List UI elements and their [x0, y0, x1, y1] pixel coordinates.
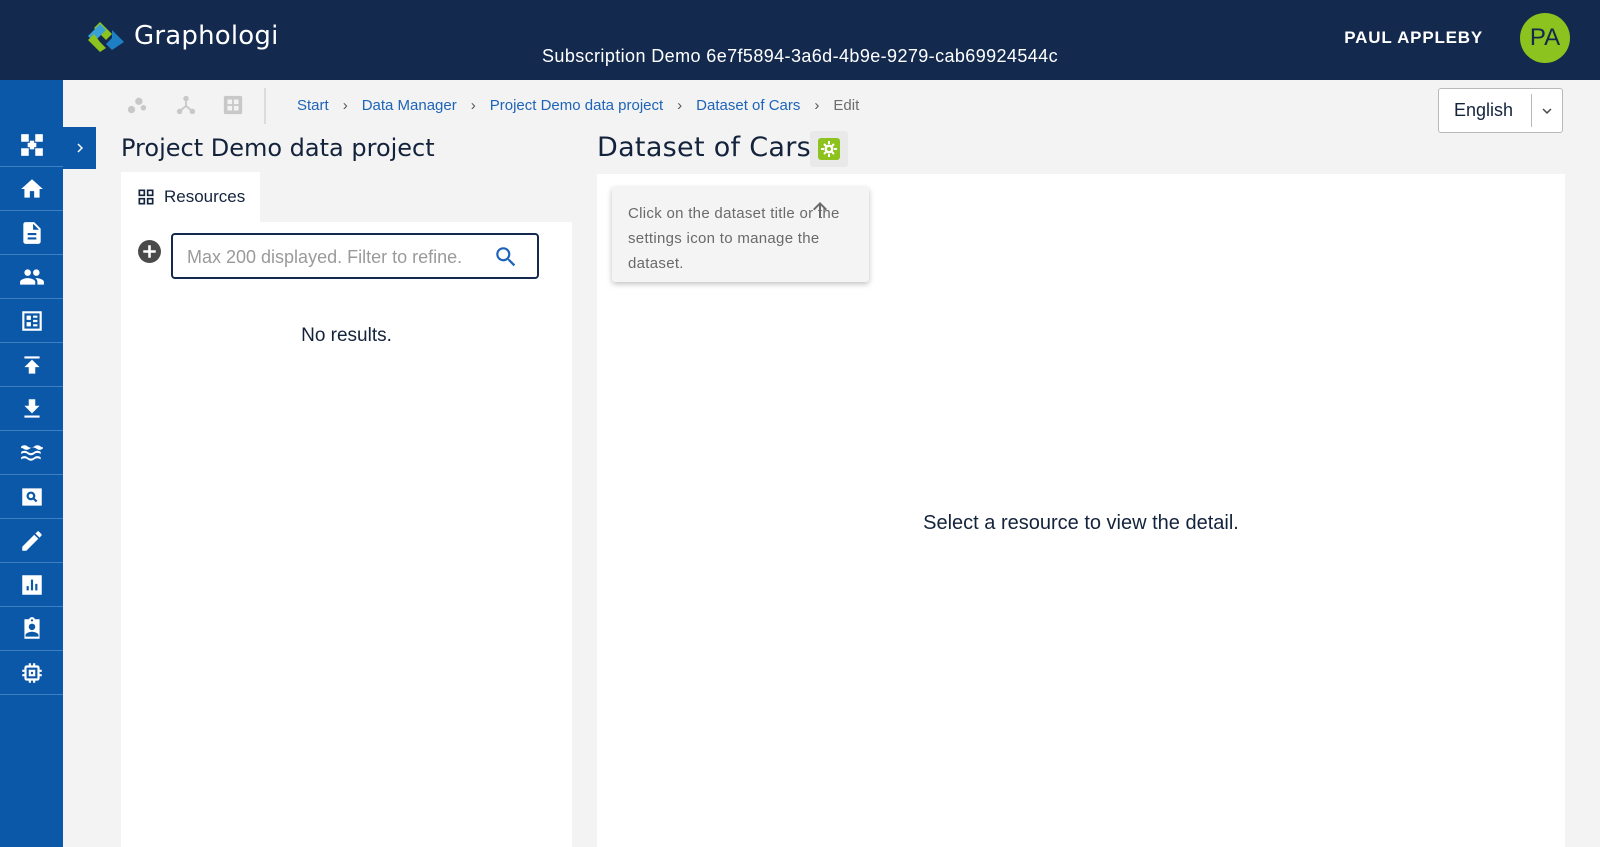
resources-panel	[121, 222, 572, 847]
download-icon	[23, 398, 40, 418]
user-name[interactable]: PAUL APPLEBY	[1344, 28, 1483, 48]
chevron-right-icon: ›	[470, 97, 476, 114]
chip-icon	[21, 662, 42, 683]
language-value: English	[1454, 100, 1514, 120]
breadcrumb-dataset[interactable]: Dataset of Cars	[696, 97, 800, 114]
nav-upload[interactable]	[0, 343, 63, 387]
nav-dashboard[interactable]	[0, 299, 63, 343]
badge-icon	[23, 616, 40, 639]
people-icon	[19, 268, 44, 285]
chevron-right-icon: ›	[814, 97, 820, 114]
chevron-down-icon	[1532, 102, 1562, 120]
grid-icon[interactable]	[222, 94, 244, 116]
detail-placeholder-message: Select a resource to view the detail.	[923, 512, 1239, 534]
resource-search	[171, 233, 539, 279]
breadcrumb: Start › Data Manager › Project Demo data…	[297, 97, 859, 114]
chevron-right-icon	[76, 143, 83, 153]
nav-people[interactable]	[0, 255, 63, 299]
top-bar: Graphologi Subscription Demo 6e7f5894-3a…	[0, 0, 1600, 80]
chart-icon	[21, 574, 42, 595]
toolbar-divider	[264, 88, 266, 124]
nav-download[interactable]	[0, 387, 63, 431]
nav-edit[interactable]	[0, 519, 63, 563]
dashboard-icon	[21, 310, 42, 331]
dataset-title[interactable]: Dataset of Cars	[597, 132, 811, 163]
network-icon[interactable]	[175, 94, 197, 116]
breadcrumb-project[interactable]: Project Demo data project	[490, 97, 663, 114]
scatter-icon[interactable]	[126, 94, 148, 116]
expand-nav-button[interactable]	[63, 127, 96, 169]
empty-results-message: No results.	[301, 325, 392, 346]
upload-icon	[23, 355, 40, 374]
document-icon	[22, 221, 41, 244]
nav-home[interactable]	[0, 167, 63, 211]
resource-search-input[interactable]	[187, 245, 487, 269]
add-resource-icon[interactable]	[137, 239, 162, 264]
waves-icon	[20, 444, 43, 461]
grid-view-icon	[138, 189, 154, 205]
breadcrumb-current: Edit	[833, 97, 860, 114]
pencil-icon	[21, 530, 42, 551]
breadcrumb-data-manager[interactable]: Data Manager	[362, 97, 457, 114]
gear-icon	[818, 138, 840, 160]
chevron-right-icon: ›	[677, 97, 683, 114]
subscription-label: Subscription Demo 6e7f5894-3a6d-4b9e-927…	[542, 46, 1058, 66]
nav-chart[interactable]	[0, 563, 63, 607]
tab-resources-label: Resources	[164, 187, 246, 206]
side-nav	[0, 80, 63, 847]
nav-document[interactable]	[0, 211, 63, 255]
dataset-settings-button[interactable]	[810, 131, 848, 167]
hint-card: Click on the dataset title or the settin…	[612, 187, 869, 282]
arrow-up-icon	[813, 202, 827, 218]
project-title: Project Demo data project	[121, 134, 435, 162]
nav-search[interactable]	[0, 475, 63, 519]
chevron-right-icon: ›	[342, 97, 348, 114]
nav-graph[interactable]	[0, 123, 63, 167]
tab-resources[interactable]: Resources	[121, 172, 260, 222]
language-select[interactable]: English	[1438, 88, 1563, 133]
nav-badge[interactable]	[0, 607, 63, 651]
search-screen-icon	[21, 487, 42, 506]
nav-waves[interactable]	[0, 431, 63, 475]
breadcrumb-start[interactable]: Start	[297, 97, 329, 114]
avatar[interactable]: PA	[1520, 13, 1570, 63]
home-icon	[20, 178, 43, 198]
nav-chip[interactable]	[0, 651, 63, 695]
search-icon[interactable]	[493, 244, 519, 270]
graph-icon	[20, 133, 43, 156]
